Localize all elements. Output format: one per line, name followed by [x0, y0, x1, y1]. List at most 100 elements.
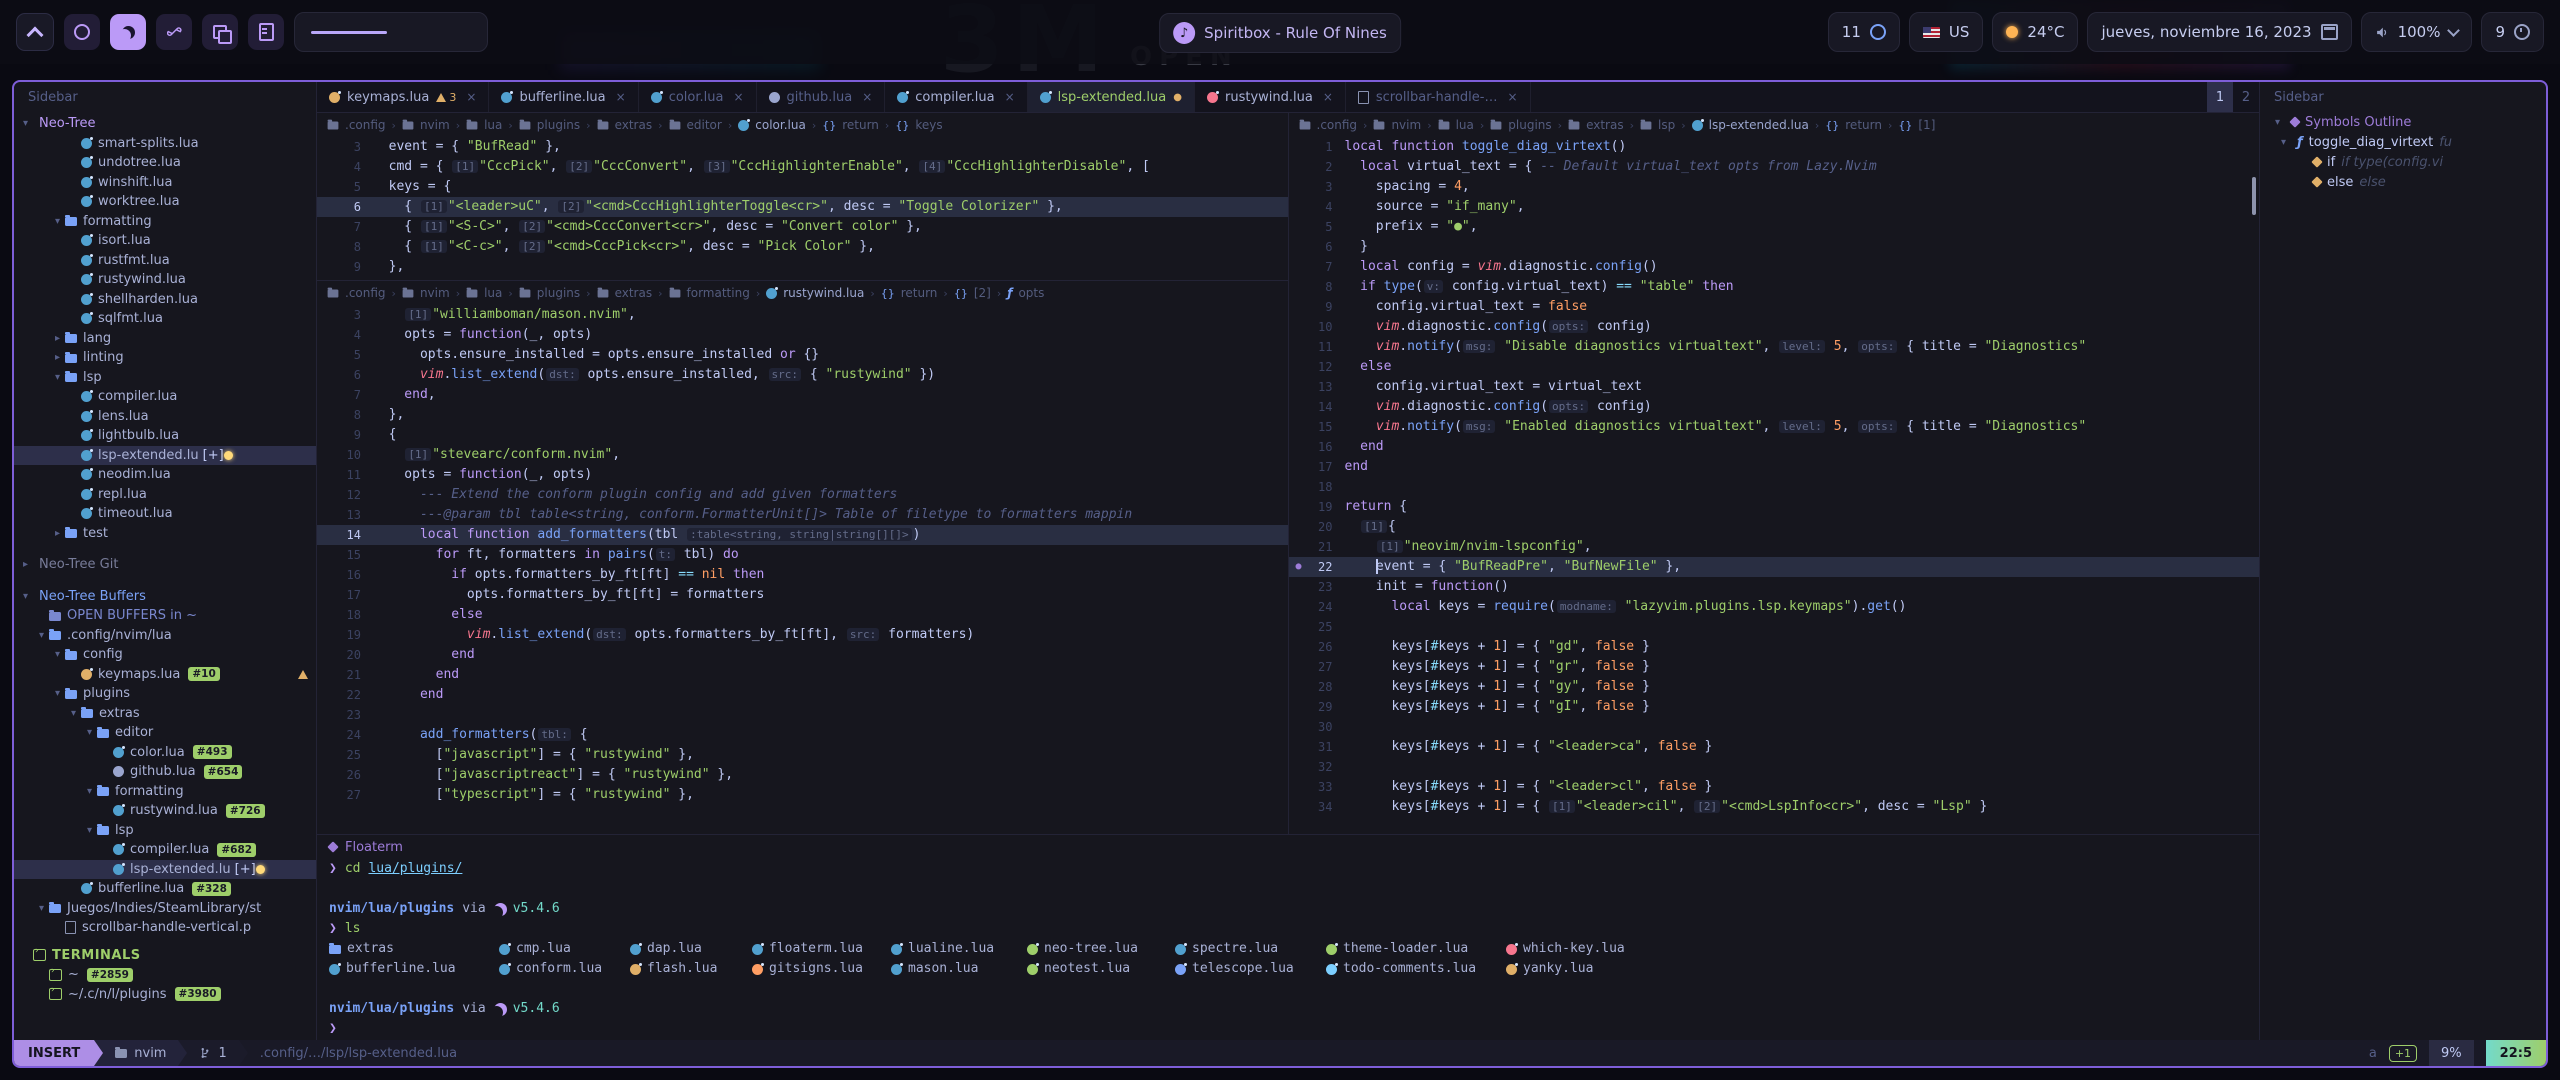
code-line[interactable]: 27 keys[#keys + 1] = { "gr", false }	[1289, 657, 2260, 677]
link-button[interactable]	[156, 14, 192, 50]
code-line[interactable]: 25	[1289, 617, 2260, 637]
code-line[interactable]: 33 keys[#keys + 1] = { "<leader>cl", fal…	[1289, 777, 2260, 797]
code-line[interactable]: 15 vim.notify(msg: "Enabled diagnostics …	[1289, 417, 2260, 437]
copy-button[interactable]	[202, 14, 238, 50]
code-line[interactable]: 5 prefix = "●",	[1289, 217, 2260, 237]
breadcrumb-item[interactable]: plugins	[537, 118, 580, 132]
theme-toggle-button[interactable]	[110, 14, 146, 50]
listed-file[interactable]: which-key.lua	[1506, 939, 2247, 959]
tree-item-lsp-extended-lu[interactable]: lsp-extended.lu[+]	[14, 860, 316, 880]
code-line[interactable]: 9 {	[317, 425, 1288, 445]
tree-item-compiler-lua[interactable]: compiler.lua	[14, 387, 316, 407]
code-line[interactable]: 13 ---@param tbl table<string, conform.F…	[317, 505, 1288, 525]
close-icon[interactable]: ×	[466, 90, 476, 104]
breadcrumb-item[interactable]: opts	[1018, 286, 1044, 300]
code-line[interactable]: 28 keys[#keys + 1] = { "gy", false }	[1289, 677, 2260, 697]
code-area-rustywind-lua[interactable]: 3 [1]"williamboman/mason.nvim",4 opts = …	[317, 305, 1288, 834]
code-line[interactable]: 29 keys[#keys + 1] = { "gI", false }	[1289, 697, 2260, 717]
code-line[interactable]: 23 init = function()	[1289, 577, 2260, 597]
tree-item-scrollbar-handle-vertical-p[interactable]: scrollbar-handle-vertical.p	[14, 918, 316, 938]
close-icon[interactable]: ×	[1005, 90, 1015, 104]
listed-file[interactable]: gitsigns.lua	[752, 959, 891, 979]
code-line[interactable]: 16 end	[1289, 437, 2260, 457]
tree-item-editor[interactable]: ▾editor	[14, 723, 316, 743]
listed-file[interactable]: bufferline.lua	[329, 959, 499, 979]
outline-header[interactable]: ▾ Symbols Outline	[2260, 112, 2546, 132]
breadcrumb-item[interactable]: .config	[345, 118, 386, 132]
code-line[interactable]: 5 keys = {	[317, 177, 1288, 197]
close-icon[interactable]: ×	[616, 90, 626, 104]
tree-item-undotree-lua[interactable]: undotree.lua	[14, 153, 316, 173]
code-line[interactable]: 8 },	[317, 405, 1288, 425]
code-line[interactable]: 30	[1289, 717, 2260, 737]
breadcrumb-item[interactable]: .config	[345, 286, 386, 300]
tree-item-sqlfmt-lua[interactable]: sqlfmt.lua	[14, 309, 316, 329]
outline-item-else[interactable]: elseelse	[2260, 172, 2546, 192]
code-line[interactable]: 11 opts = function(_, opts)	[317, 465, 1288, 485]
breadcrumb-item[interactable]: extras	[615, 286, 653, 300]
breadcrumb-item[interactable]: lua	[1456, 118, 1474, 132]
listed-file[interactable]: neo-tree.lua	[1027, 939, 1175, 959]
breadcrumb-item[interactable]: [2]	[974, 286, 991, 300]
code-line[interactable]: 14 vim.diagnostic.config(opts: config)	[1289, 397, 2260, 417]
code-line[interactable]: 7 { [1]"<S-C>", [2]"<cmd>CccConvert<cr>"…	[317, 217, 1288, 237]
code-line[interactable]: 20 end	[317, 645, 1288, 665]
terminal-command-line[interactable]: ❯ls	[329, 919, 2247, 939]
tab-github-lua[interactable]: github.lua×	[757, 82, 886, 112]
close-icon[interactable]: ×	[733, 90, 743, 104]
code-line[interactable]: 9 config.virtual_text = false	[1289, 297, 2260, 317]
tree-item-github-lua[interactable]: github.lua#654	[14, 762, 316, 782]
tree-item-winshift-lua[interactable]: winshift.lua	[14, 173, 316, 193]
tree-item-~-c-n-l-plugins[interactable]: ~/.c/n/l/plugins#3980	[14, 985, 316, 1005]
tree-item-extras[interactable]: ▾extras	[14, 704, 316, 724]
tab-lsp-extended-lua[interactable]: lsp-extended.lua●	[1028, 82, 1195, 112]
breadcrumb-item[interactable]: lua	[484, 286, 502, 300]
tree-item-rustywind-lua[interactable]: rustywind.lua	[14, 270, 316, 290]
breadcrumb-item[interactable]: return	[842, 118, 879, 132]
weather-widget[interactable]: 24°C	[1992, 12, 2078, 52]
tree-item-bufferline-lua[interactable]: bufferline.lua#328	[14, 879, 316, 899]
tree-item-rustywind-lua[interactable]: rustywind.lua#726	[14, 801, 316, 821]
tree-item-lsp[interactable]: ▾lsp	[14, 368, 316, 388]
media-widget[interactable]: Spiritbox - Rule Of Nines	[1159, 13, 1401, 53]
code-line[interactable]: 3 spacing = 4,	[1289, 177, 2260, 197]
code-line[interactable]: 22 end	[317, 685, 1288, 705]
outline-item-toggle_diag_virtext[interactable]: ▾toggle_diag_virtextfu	[2260, 132, 2546, 152]
tree-item-color-lua[interactable]: color.lua#493	[14, 743, 316, 763]
breadcrumb-item[interactable]: plugins	[537, 286, 580, 300]
listed-file[interactable]: lualine.lua	[891, 939, 1027, 959]
code-line[interactable]: ●22 event = { "BufReadPre", "BufNewFile"…	[1289, 557, 2260, 577]
listed-file[interactable]: todo-comments.lua	[1326, 959, 1506, 979]
code-line[interactable]: 10 [1]"stevearc/conform.nvim",	[317, 445, 1288, 465]
breadcrumb-item[interactable]: .config	[1317, 118, 1358, 132]
tree-item-test[interactable]: ▸test	[14, 524, 316, 544]
listed-file[interactable]: theme-loader.lua	[1326, 939, 1506, 959]
code-line[interactable]: 27 ["typescript"] = { "rustywind" },	[317, 785, 1288, 805]
code-line[interactable]: 10 vim.diagnostic.config(opts: config)	[1289, 317, 2260, 337]
volume-widget[interactable]: 100%	[2361, 12, 2473, 52]
listed-file[interactable]: spectre.lua	[1175, 939, 1326, 959]
breadcrumb-item[interactable]: extras	[1586, 118, 1624, 132]
launcher-button[interactable]	[16, 13, 54, 51]
code-line[interactable]: 23	[317, 705, 1288, 725]
breadcrumb[interactable]: .config›nvim›lua›plugins›extras›editor›c…	[317, 113, 1288, 137]
breadcrumb-item[interactable]: rustywind.lua	[783, 286, 864, 300]
tree-section-terminals[interactable]: TERMINALS	[14, 946, 316, 966]
code-line[interactable]: 6 vim.list_extend(dst: opts.ensure_insta…	[317, 365, 1288, 385]
code-line[interactable]: 24 local keys = require(modname: "lazyvi…	[1289, 597, 2260, 617]
terminal-command-line[interactable]: ❯cdlua/plugins/	[329, 859, 2247, 879]
tree-item-lens-lua[interactable]: lens.lua	[14, 407, 316, 427]
tree-item-formatting[interactable]: ▾formatting	[14, 212, 316, 232]
listed-file[interactable]: extras	[329, 939, 499, 959]
code-line[interactable]: 12 --- Extend the conform plugin config …	[317, 485, 1288, 505]
code-line[interactable]: 14 local function add_formatters(tbl :ta…	[317, 525, 1288, 545]
tree-item-lang[interactable]: ▸lang	[14, 329, 316, 349]
tree-item-worktree-lua[interactable]: worktree.lua	[14, 192, 316, 212]
code-line[interactable]: 7 local config = vim.diagnostic.config()	[1289, 257, 2260, 277]
code-line[interactable]: 5 opts.ensure_installed = opts.ensure_in…	[317, 345, 1288, 365]
listed-file[interactable]: neotest.lua	[1027, 959, 1175, 979]
code-line[interactable]: 26 keys[#keys + 1] = { "gd", false }	[1289, 637, 2260, 657]
tree-item-neodim-lua[interactable]: neodim.lua	[14, 465, 316, 485]
tree-item-repl-lua[interactable]: repl.lua	[14, 485, 316, 505]
code-line[interactable]: 3 [1]"williamboman/mason.nvim",	[317, 305, 1288, 325]
